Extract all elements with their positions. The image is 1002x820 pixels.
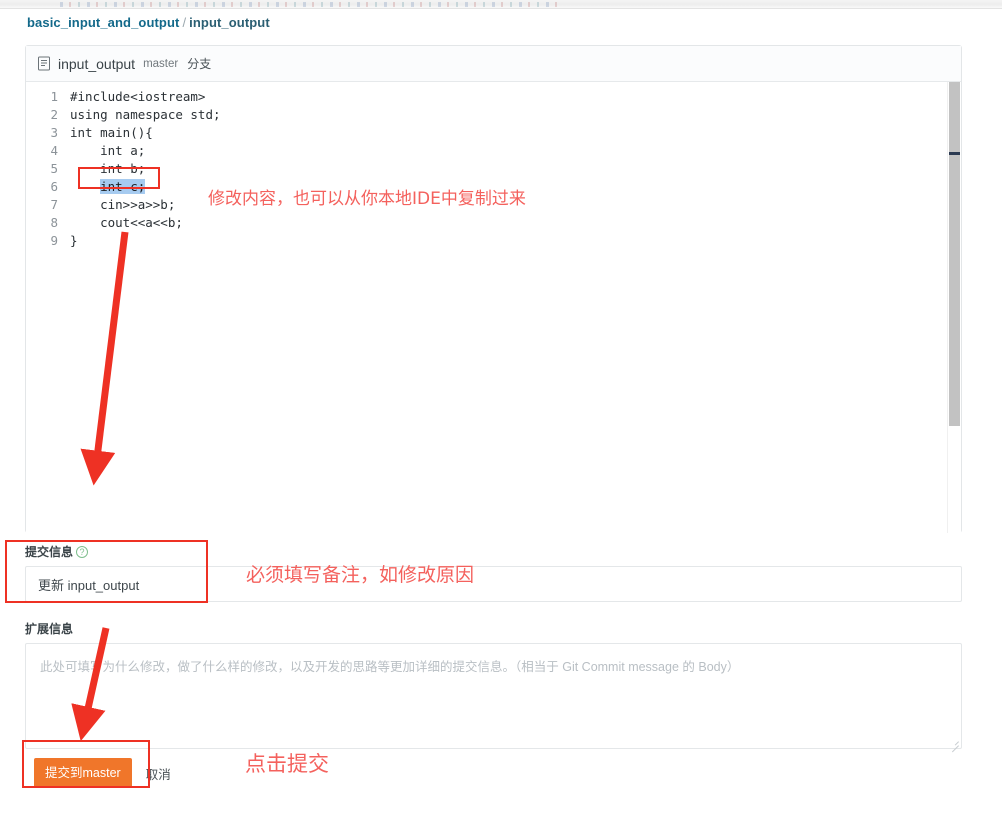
commit-form: 提交信息 ? 扩展信息 此处可填写为什么修改，做了什么样的修改，以及开发的思路等… — [25, 543, 962, 753]
top-chrome-strip — [0, 0, 1002, 9]
editor-branch-suffix: 分支 — [187, 57, 212, 71]
editor-scrollbar-marker — [949, 152, 960, 155]
code-line[interactable]: cout<<a<<b; — [70, 214, 961, 232]
code-content[interactable]: #include<iostream> using namespace std; in… — [66, 88, 961, 250]
editor-branch-name: master — [143, 57, 179, 70]
breadcrumb: basic_input_and_output / input_output — [27, 15, 270, 30]
file-editor-card: input_output master 分支 1 2 3 4 5 6 7 8 9 #includ… — [25, 45, 962, 533]
extended-message-label: 扩展信息 — [25, 622, 74, 636]
extended-message-label-row: 扩展信息 — [25, 620, 962, 637]
editor-scrollbar-track[interactable] — [947, 82, 961, 533]
form-actions: 提交到master 取消 — [34, 758, 171, 788]
code-line-number: 3 — [50, 125, 58, 140]
code-editor-area[interactable]: 1 2 3 4 5 6 7 8 9 #include<iostream> using namesp… — [26, 82, 961, 533]
code-line[interactable]: int main(){ — [70, 124, 961, 142]
extended-message-textarea[interactable]: 此处可填写为什么修改，做了什么样的修改，以及开发的思路等更加详细的提交信息。（相… — [25, 643, 962, 753]
code-line-number: 7 — [50, 197, 58, 212]
breadcrumb-current-file[interactable]: input_output — [189, 15, 270, 30]
code-line[interactable]: int b; — [70, 160, 961, 178]
textarea-resize-handle[interactable] — [949, 736, 959, 753]
editor-scrollbar-thumb[interactable] — [949, 82, 960, 426]
code-line[interactable]: cin>>a>>b; — [70, 196, 961, 214]
code-line-number-gutter: 1 2 3 4 5 6 7 8 9 — [26, 88, 66, 250]
commit-message-label: 提交信息 — [25, 545, 74, 559]
file-document-icon — [37, 56, 51, 71]
question-mark-icon[interactable]: ? — [76, 545, 89, 558]
breadcrumb-repo-link[interactable]: basic_input_and_output — [27, 15, 179, 30]
code-line-number: 2 — [50, 107, 58, 122]
code-line[interactable]: int a; — [70, 142, 961, 160]
page-root: basic_input_and_output / input_output inpu… — [0, 0, 1002, 820]
code-line[interactable]: #include<iostream> — [70, 88, 961, 106]
code-line-number: 9 — [50, 233, 58, 248]
code-line[interactable]: int c; — [70, 178, 961, 196]
code-line[interactable]: } — [70, 232, 961, 250]
breadcrumb-separator: / — [182, 15, 187, 30]
code-line-number: 8 — [50, 215, 58, 230]
commit-message-input[interactable] — [25, 566, 962, 602]
annotation-note-submit: 点击提交 — [245, 752, 329, 776]
code-line-number: 4 — [50, 143, 58, 158]
file-editor-header: input_output master 分支 — [26, 46, 961, 82]
extended-message-placeholder: 此处可填写为什么修改，做了什么样的修改，以及开发的思路等更加详细的提交信息。（相… — [40, 660, 740, 674]
code-line-number: 6 — [50, 179, 58, 194]
code-line[interactable]: using namespace std; — [70, 106, 961, 124]
code-line-number: 5 — [50, 161, 58, 176]
top-ghost-content — [60, 2, 560, 7]
cancel-link[interactable]: 取消 — [146, 764, 171, 783]
editor-file-name: input_output — [58, 55, 136, 72]
submit-to-master-button[interactable]: 提交到master — [34, 758, 132, 788]
commit-message-label-row: 提交信息 ? — [25, 543, 962, 560]
code-selection[interactable]: int c; — [100, 179, 146, 194]
code-line-number: 1 — [50, 89, 58, 104]
